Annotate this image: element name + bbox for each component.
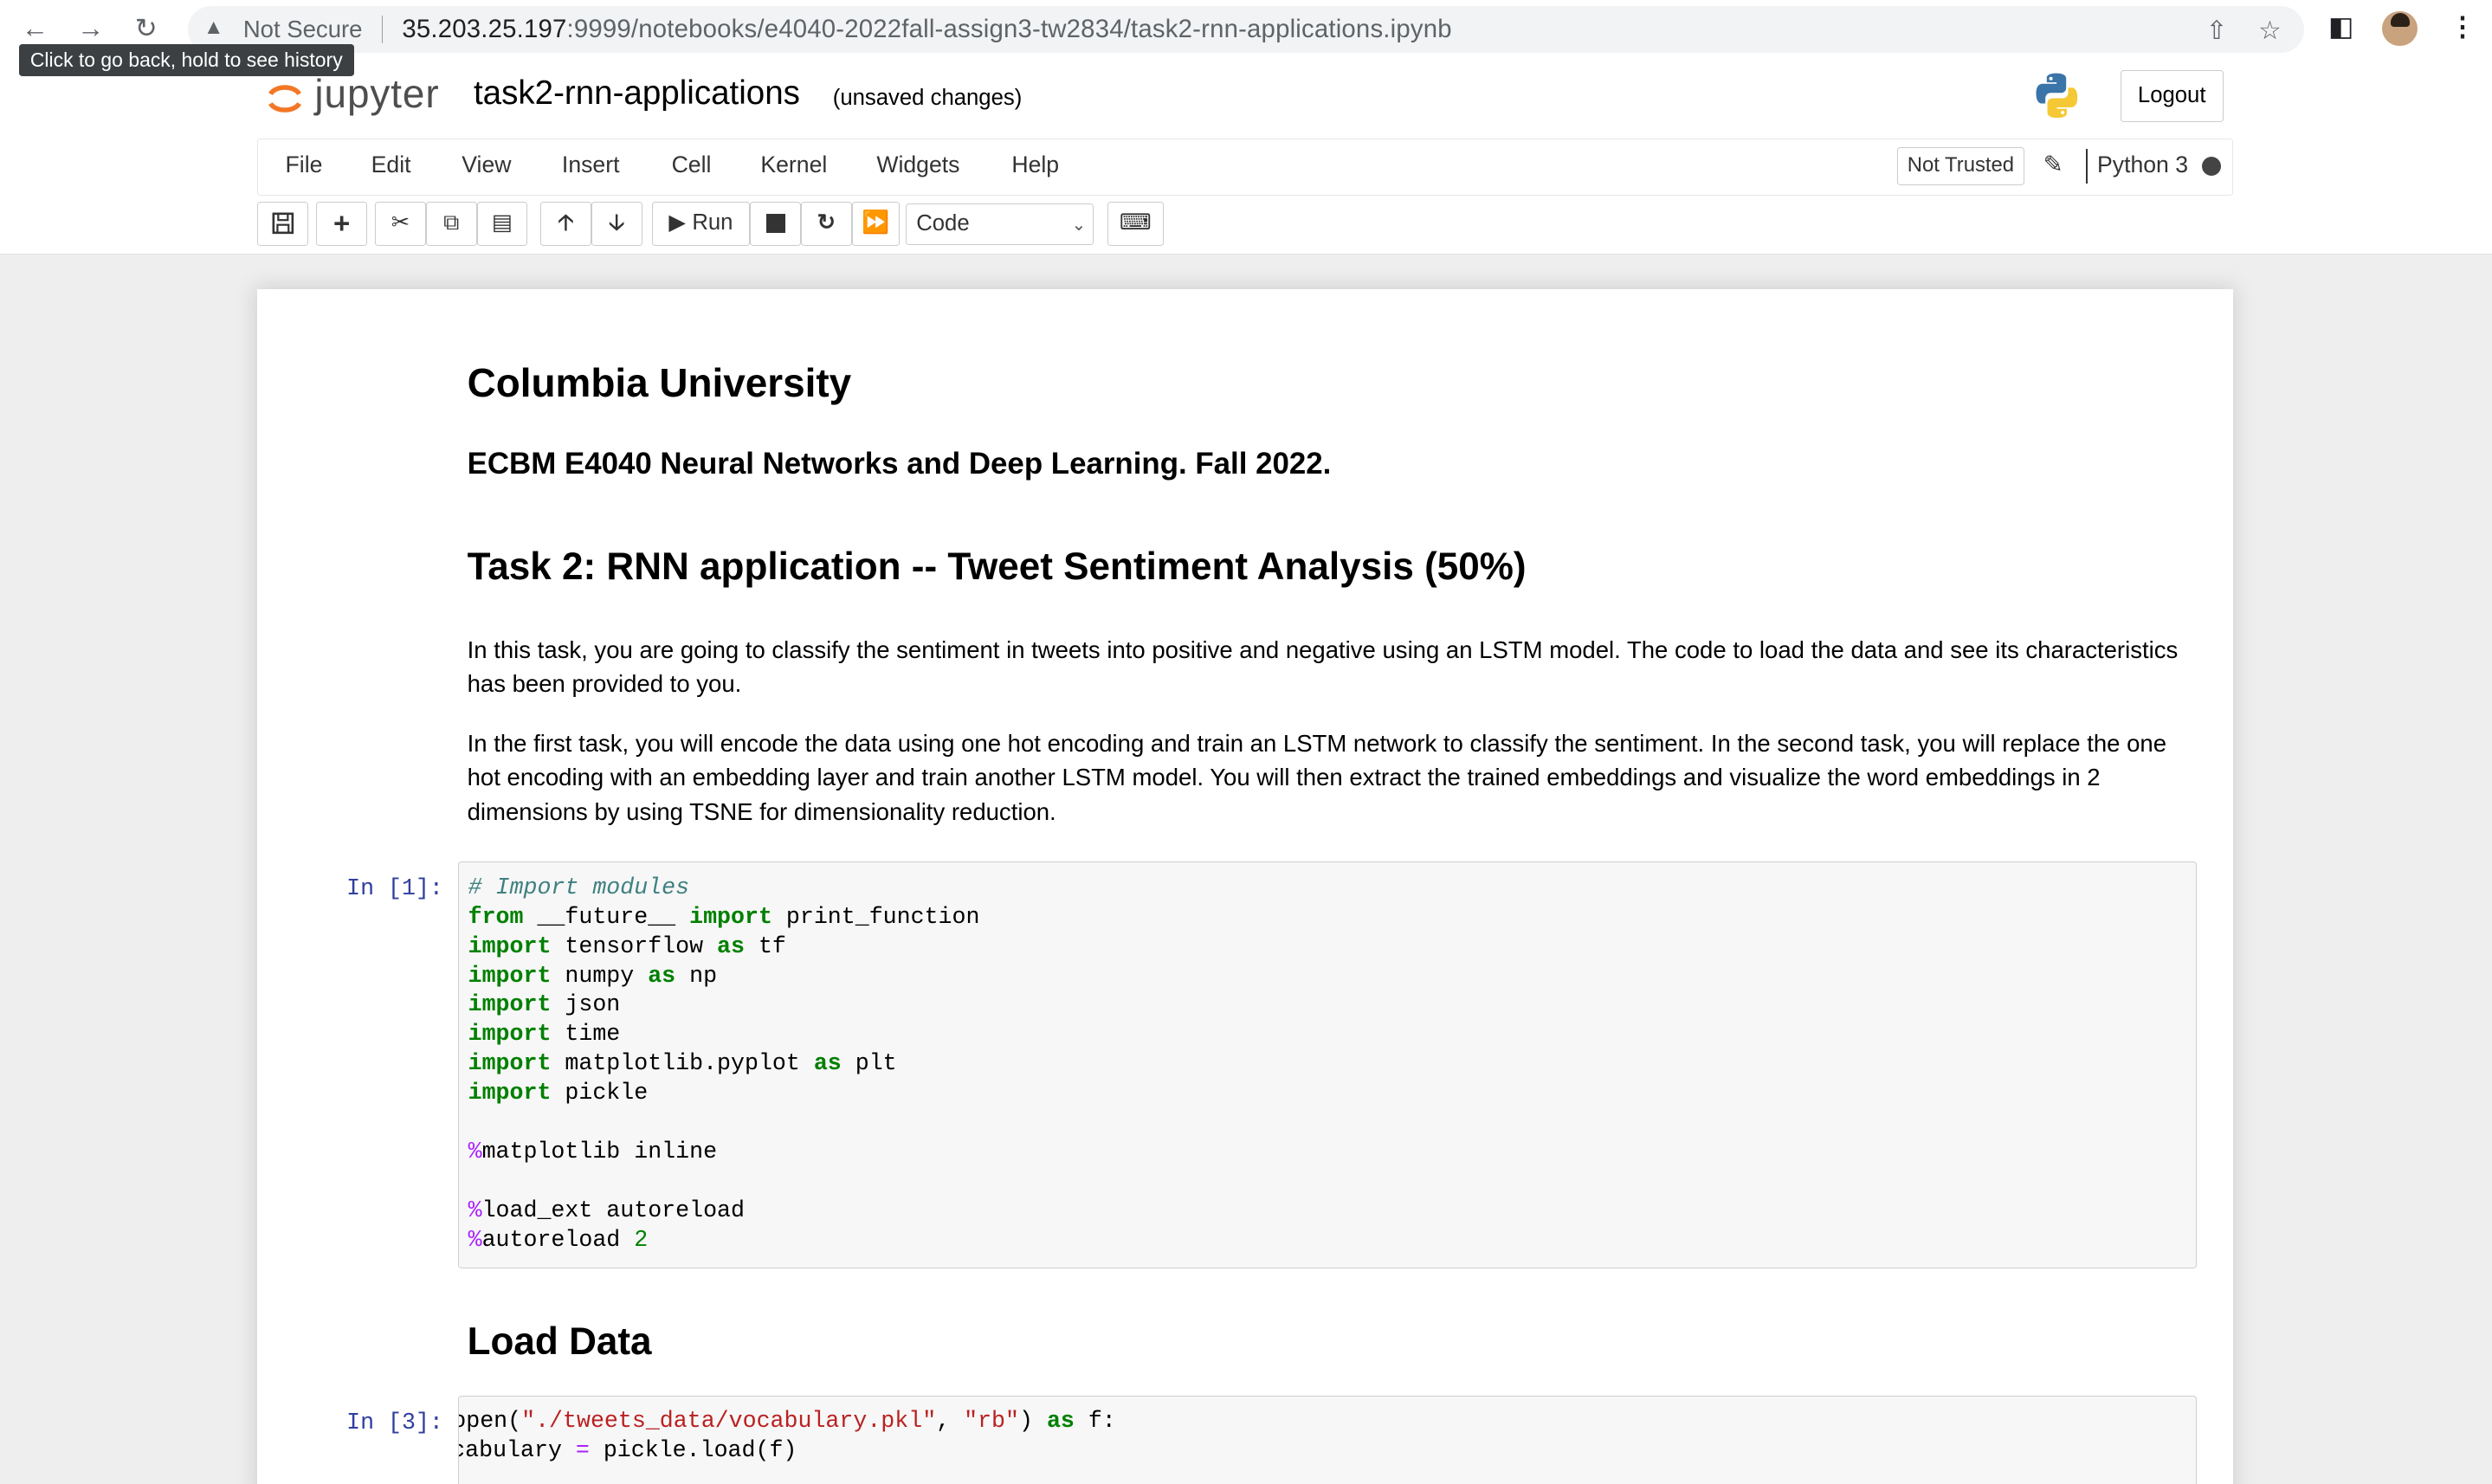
security-label[interactable]: Not Secure bbox=[243, 16, 363, 43]
code-line: import time bbox=[468, 1021, 621, 1048]
kernel-name: Python 3 bbox=[2097, 152, 2189, 178]
back-tooltip: Click to go back, hold to see history bbox=[19, 44, 354, 77]
menu-widgets[interactable]: Widgets bbox=[876, 152, 959, 178]
cell-type-select[interactable]: Code ⌄ bbox=[906, 203, 1094, 245]
code-line: %load_ext autoreload bbox=[468, 1197, 745, 1224]
heading-load-data: Load Data bbox=[467, 1320, 652, 1364]
menu-insert[interactable]: Insert bbox=[562, 152, 620, 178]
browser-chrome: ← → ↻ ▲ Not Secure 35.203.25.197:9999/no… bbox=[0, 0, 2492, 61]
reload-icon[interactable]: ↻ bbox=[131, 13, 163, 45]
jupyter-logo[interactable]: jupyter bbox=[261, 70, 451, 124]
code-line: import json bbox=[468, 991, 621, 1018]
jupyter-logo-icon bbox=[268, 85, 301, 113]
cell-prompt: In [1]: bbox=[346, 875, 443, 902]
heading-task: Task 2: RNN application -- Tweet Sentime… bbox=[467, 545, 1527, 588]
fast-forward-icon[interactable]: ⏩ bbox=[851, 202, 900, 247]
code-line: import matplotlib.pyplot as plt bbox=[468, 1050, 897, 1077]
notebook-toolbar: + ✂ ⧉ ▤ 🡡 🡣 ▶ Run ↻ ⏩ Code ⌄ ⌨ bbox=[257, 202, 1210, 249]
code-cell[interactable]: open("./tweets_data/vocabulary.pkl", "rb… bbox=[457, 1395, 2197, 1484]
code-line: from __future__ import print_function bbox=[468, 903, 980, 930]
side-panel-icon[interactable]: ◧ bbox=[2328, 11, 2353, 42]
kernel-status-icon bbox=[2202, 156, 2222, 176]
cut-icon[interactable]: ✂ bbox=[375, 202, 426, 247]
code-line: vocabulary = pickle.load(f) bbox=[459, 1437, 797, 1464]
code-line: import numpy as np bbox=[468, 962, 718, 989]
code-cell[interactable]: # Import modules from __future__ import … bbox=[457, 861, 2197, 1268]
jupyter-logo-text: jupyter bbox=[314, 70, 440, 116]
code-line: %matplotlib inline bbox=[468, 1139, 718, 1165]
jupyter-header: jupyter task2-rnn-applications (unsaved … bbox=[0, 60, 2492, 255]
intro-paragraph-1: In this task, you are going to classify … bbox=[467, 636, 2179, 697]
heading-course: ECBM E4040 Neural Networks and Deep Lear… bbox=[467, 446, 1332, 481]
cell-prompt: In [3]: bbox=[346, 1410, 443, 1436]
notebook-container: Columbia University ECBM E4040 Neural Ne… bbox=[257, 289, 2233, 1484]
share-icon[interactable]: ⇧ bbox=[2206, 16, 2228, 46]
back-arrow-icon[interactable]: ← bbox=[19, 13, 51, 45]
paste-icon[interactable]: ▤ bbox=[476, 202, 528, 247]
more-menu-icon[interactable]: ⋮ bbox=[2450, 11, 2476, 42]
menu-kernel[interactable]: Kernel bbox=[760, 152, 827, 178]
address-bar[interactable]: ▲ Not Secure 35.203.25.197:9999/notebook… bbox=[187, 6, 2305, 53]
forward-arrow-icon[interactable]: → bbox=[74, 13, 107, 45]
heading-university: Columbia University bbox=[467, 359, 852, 405]
add-cell-icon[interactable]: + bbox=[316, 202, 367, 247]
move-up-icon[interactable]: 🡡 bbox=[540, 202, 591, 247]
menu-view[interactable]: View bbox=[462, 152, 511, 178]
menu-cell[interactable]: Cell bbox=[672, 152, 712, 178]
save-icon[interactable] bbox=[257, 202, 309, 247]
edit-pencil-icon[interactable]: ✎ bbox=[2043, 151, 2063, 178]
restart-icon[interactable]: ↻ bbox=[801, 202, 852, 247]
interrupt-icon[interactable] bbox=[750, 202, 802, 247]
code-line: %autoreload 2 bbox=[468, 1227, 649, 1254]
menu-help[interactable]: Help bbox=[1011, 152, 1059, 178]
keyboard-icon[interactable]: ⌨ bbox=[1107, 202, 1164, 247]
intro-paragraph-2: In the first task, you will encode the d… bbox=[467, 729, 2166, 825]
url-text[interactable]: 35.203.25.197:9999/notebooks/e4040-2022f… bbox=[402, 15, 1451, 44]
autosave-status: (unsaved changes) bbox=[832, 86, 1023, 111]
copy-icon[interactable]: ⧉ bbox=[425, 202, 477, 247]
warning-icon[interactable]: ▲ bbox=[203, 16, 224, 40]
code-line: open("./tweets_data/vocabulary.pkl", "rb… bbox=[457, 1408, 1116, 1435]
run-button[interactable]: ▶ Run bbox=[651, 202, 751, 247]
url-host: 35.203.25.197 bbox=[402, 14, 567, 43]
code-line: import pickle bbox=[468, 1080, 649, 1107]
play-icon: ▶ bbox=[668, 210, 687, 236]
notebook-name[interactable]: task2-rnn-applications bbox=[474, 74, 800, 113]
bookmark-star-icon[interactable]: ☆ bbox=[2258, 16, 2281, 46]
menu-bar: File Edit View Insert Cell Kernel Widget… bbox=[257, 138, 2233, 196]
run-label: Run bbox=[692, 210, 733, 236]
url-path: :9999/notebooks/e4040-2022fall-assign3-t… bbox=[566, 14, 1452, 43]
code-line: import tensorflow as tf bbox=[468, 932, 786, 959]
menu-file[interactable]: File bbox=[286, 152, 323, 178]
url-divider bbox=[381, 16, 384, 43]
chevron-down-icon: ⌄ bbox=[1071, 215, 1087, 235]
trust-status-button[interactable]: Not Trusted bbox=[1896, 146, 2025, 185]
cell-type-value: Code bbox=[916, 210, 970, 236]
move-down-icon[interactable]: 🡣 bbox=[591, 202, 642, 247]
menu-edit[interactable]: Edit bbox=[371, 152, 411, 178]
kernel-divider bbox=[2086, 148, 2088, 184]
logout-button[interactable]: Logout bbox=[2120, 69, 2224, 123]
profile-avatar[interactable] bbox=[2382, 10, 2418, 47]
python-logo-icon bbox=[2036, 73, 2077, 118]
code-line: # Import modules bbox=[468, 874, 690, 900]
